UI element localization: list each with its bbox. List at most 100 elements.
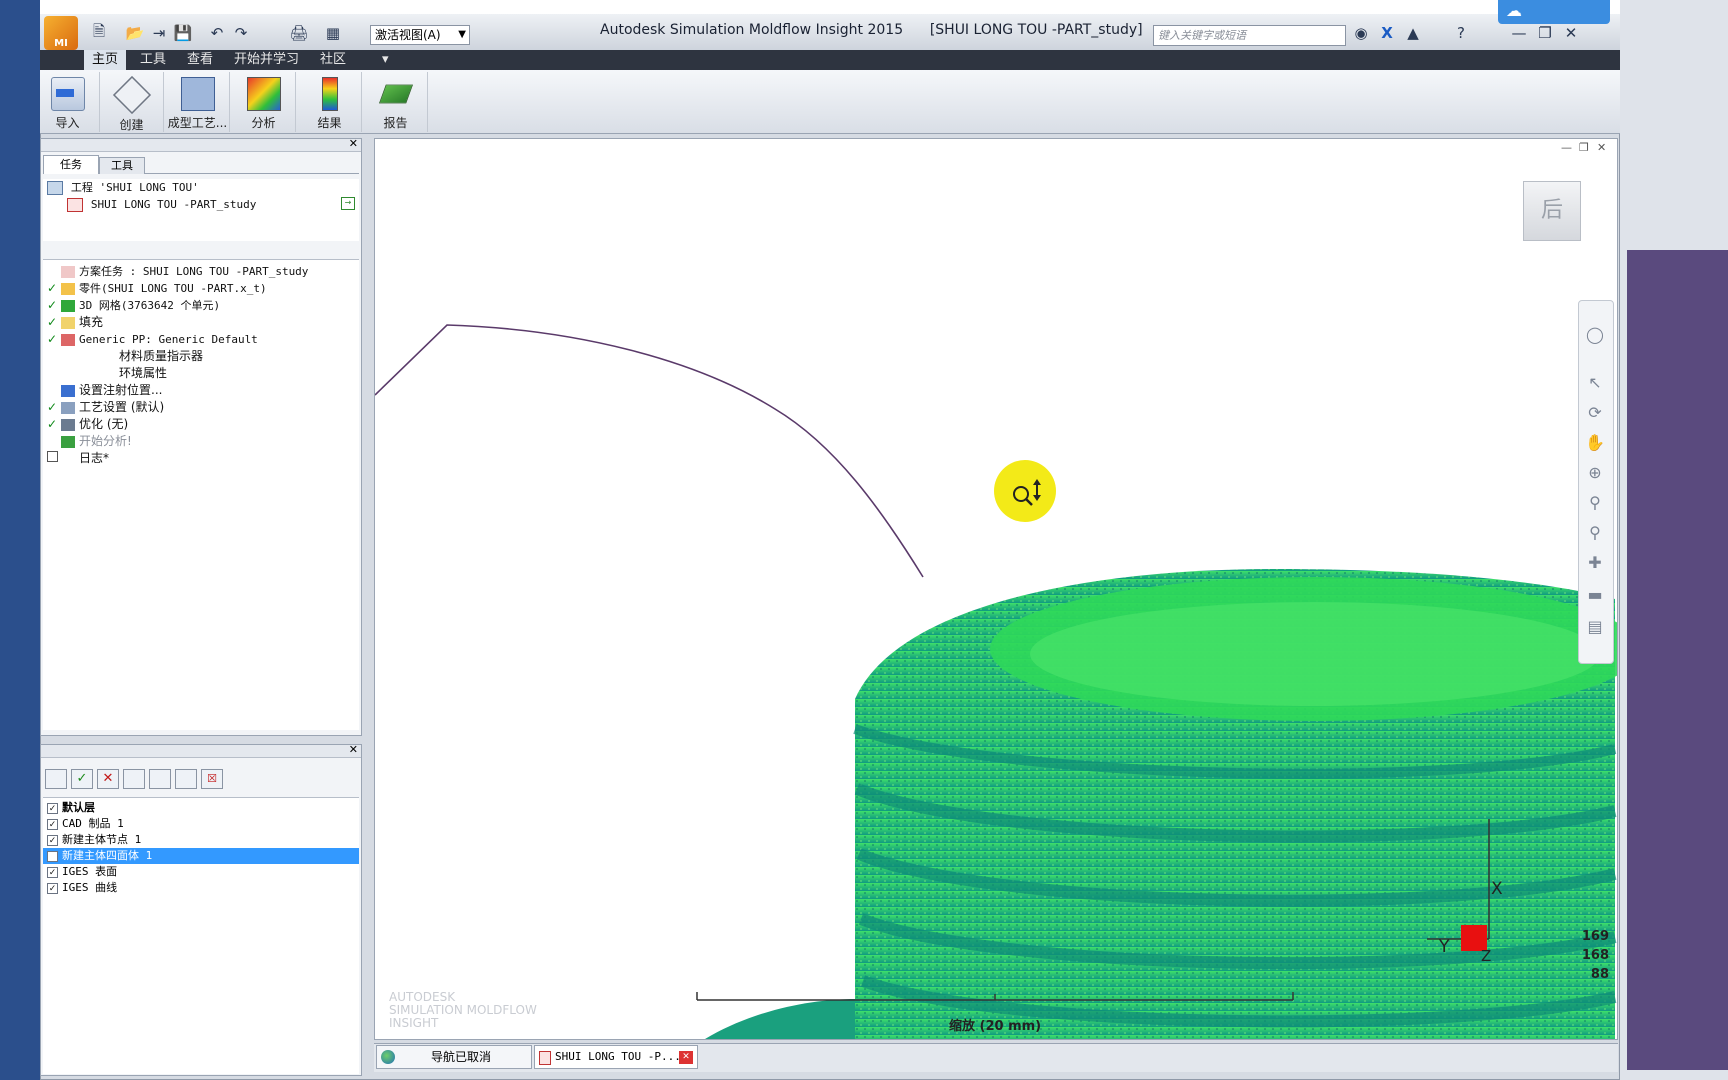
binoculars-icon[interactable]: ◉ xyxy=(1350,22,1372,44)
close-icon[interactable]: ✕ xyxy=(349,743,358,756)
tab-community[interactable]: 社区 xyxy=(312,50,354,70)
layer-item[interactable]: ✓ 默认层 xyxy=(43,800,359,816)
zoom-window-icon[interactable]: ⚲ xyxy=(1583,490,1607,514)
restore-icon[interactable]: ❐ xyxy=(1534,22,1556,44)
view-settings-icon[interactable]: ▦ xyxy=(322,22,344,44)
task-item[interactable]: ✓ 3D 网格(3763642 个单元) xyxy=(43,297,359,314)
layer-properties-icon[interactable] xyxy=(123,769,145,789)
viewcube[interactable]: 后 xyxy=(1523,181,1581,241)
task-item[interactable]: 方案任务 : SHUI LONG TOU -PART_study xyxy=(43,263,359,280)
expand-layer-icon[interactable] xyxy=(175,769,197,789)
tab-label: 工具 xyxy=(111,159,133,172)
center-icon[interactable]: ✚ xyxy=(1583,550,1607,574)
tab-label: 社区 xyxy=(320,52,347,67)
close-icon[interactable]: ✕ xyxy=(1560,22,1582,44)
steering-wheel-icon[interactable]: ◯ xyxy=(1583,322,1607,346)
task-label: 环境属性 xyxy=(119,366,168,380)
activate-layer-icon[interactable]: ✓ xyxy=(71,769,93,789)
study-node[interactable]: SHUI LONG TOU -PART_study → xyxy=(43,196,359,213)
zoom-icon[interactable]: ⊕ xyxy=(1583,460,1607,484)
model-canvas[interactable] xyxy=(375,139,1617,1039)
print-icon[interactable]: 🖨 xyxy=(288,22,310,44)
layer-checkbox[interactable] xyxy=(47,850,58,862)
task-item[interactable]: 材料质量指示器 xyxy=(43,348,359,365)
status-tab-navigation[interactable]: 导航已取消 xyxy=(376,1045,532,1069)
rotate-icon[interactable]: ⟳ xyxy=(1583,400,1607,424)
close-icon[interactable]: ✕ xyxy=(679,1051,693,1064)
measure-icon[interactable]: ▬ xyxy=(1583,582,1607,606)
tab-tasks[interactable]: 任务 xyxy=(43,155,99,174)
import-small-icon[interactable]: ⇥ xyxy=(148,22,170,44)
report-button[interactable]: 报告 xyxy=(364,72,428,132)
minimize-icon[interactable]: — xyxy=(1508,22,1530,44)
clear-layer-icon[interactable]: ☒ xyxy=(201,769,223,789)
view-icon[interactable]: ▤ xyxy=(1583,614,1607,638)
check-icon: ✓ xyxy=(47,417,58,431)
redo-icon[interactable]: ↷ xyxy=(230,22,252,44)
report-label: 报告 xyxy=(383,116,408,130)
study-open-icon[interactable]: → xyxy=(341,197,355,210)
new-file-icon[interactable]: 🗎 xyxy=(88,22,110,44)
search-input[interactable]: 键入关键字或短语 xyxy=(1153,25,1346,46)
viewport-minimize-icon[interactable]: — xyxy=(1561,141,1572,154)
create-button[interactable]: 创建 xyxy=(100,72,164,132)
view-select[interactable]: 激活视图(A) ▼ xyxy=(370,25,470,45)
layer-item[interactable]: 新建主体四面体 1 xyxy=(43,848,359,864)
community-icon[interactable]: ▲ xyxy=(1402,22,1424,44)
layer-checkbox[interactable]: ✓ xyxy=(47,802,58,814)
task-item[interactable]: ✓ Generic PP: Generic Default xyxy=(43,331,359,348)
viewport-restore-icon[interactable]: ❐ xyxy=(1579,141,1589,154)
close-icon[interactable]: ✕ xyxy=(349,137,358,150)
zoom-extents-icon[interactable]: ⚲ xyxy=(1583,520,1607,544)
pan-icon[interactable]: ✋ xyxy=(1583,430,1607,454)
cloud-sync-icon[interactable]: ☁ xyxy=(1498,0,1610,24)
task-item[interactable]: 开始分析! xyxy=(43,433,359,450)
tab-tools-panel[interactable]: 工具 xyxy=(99,157,145,174)
tab-tools[interactable]: 工具 xyxy=(132,50,174,70)
layer-item[interactable]: ✓ IGES 表面 xyxy=(43,864,359,880)
tab-overflow-icon[interactable]: ▾ xyxy=(374,50,397,70)
layer-checkbox[interactable]: ✓ xyxy=(47,834,58,846)
task-item[interactable]: 环境属性 xyxy=(43,365,359,382)
task-item[interactable]: 日志* xyxy=(43,450,359,467)
tab-view[interactable]: 查看 xyxy=(179,50,221,70)
assign-layer-icon[interactable] xyxy=(149,769,171,789)
select-icon[interactable]: ↖ xyxy=(1583,370,1607,394)
readout-value: 88 xyxy=(1590,967,1609,982)
tab-label: 查看 xyxy=(187,52,214,67)
check-icon: ✓ xyxy=(47,315,58,329)
new-layer-icon[interactable] xyxy=(45,769,67,789)
exchange-icon[interactable]: X xyxy=(1376,22,1398,44)
task-item[interactable]: 设置注射位置... xyxy=(43,382,359,399)
help-icon[interactable]: ? xyxy=(1450,22,1472,44)
model-viewport[interactable]: AUTODESK SIMULATION MOLDFLOW INSIGHT 缩放 … xyxy=(374,138,1618,1040)
import-button[interactable]: 导入 xyxy=(36,72,100,132)
save-icon[interactable]: 💾 xyxy=(172,22,194,44)
task-item[interactable]: ✓ 工艺设置 (默认) xyxy=(43,399,359,416)
tab-start-learn[interactable]: 开始并学习 xyxy=(226,50,307,70)
analysis-button[interactable]: 分析 xyxy=(232,72,296,132)
task-item[interactable]: ✓ 填充 xyxy=(43,314,359,331)
layer-item[interactable]: ✓ 新建主体节点 1 xyxy=(43,832,359,848)
layer-checkbox[interactable]: ✓ xyxy=(47,866,58,878)
open-file-icon[interactable]: 📂 xyxy=(124,22,146,44)
app-logo-icon[interactable]: MI xyxy=(44,16,78,50)
molding-process-button[interactable]: 成型工艺... xyxy=(166,72,230,132)
layer-item[interactable]: ✓ IGES 曲线 xyxy=(43,880,359,896)
results-label: 结果 xyxy=(317,116,342,130)
project-tree: 工程 'SHUI LONG TOU' SHUI LONG TOU -PART_s… xyxy=(43,179,359,241)
status-tab-study[interactable]: SHUI LONG TOU -P... ✕ xyxy=(534,1045,698,1069)
tab-home[interactable]: 主页 xyxy=(84,50,127,70)
task-item[interactable]: ✓ 优化 (无) xyxy=(43,416,359,433)
undo-icon[interactable]: ↶ xyxy=(206,22,228,44)
project-node[interactable]: 工程 'SHUI LONG TOU' xyxy=(43,179,359,196)
layer-label: IGES 表面 xyxy=(62,865,118,878)
delete-layer-icon[interactable]: ✕ xyxy=(97,769,119,789)
task-item[interactable]: ✓ 零件(SHUI LONG TOU -PART.x_t) xyxy=(43,280,359,297)
viewport-close-icon[interactable]: ✕ xyxy=(1597,141,1606,154)
layer-item[interactable]: ✓ CAD 制品 1 xyxy=(43,816,359,832)
layer-checkbox[interactable]: ✓ xyxy=(47,882,58,894)
layer-checkbox[interactable]: ✓ xyxy=(47,818,58,830)
results-button[interactable]: 结果 xyxy=(298,72,362,132)
status-tab-label: SHUI LONG TOU -P... xyxy=(555,1050,681,1063)
